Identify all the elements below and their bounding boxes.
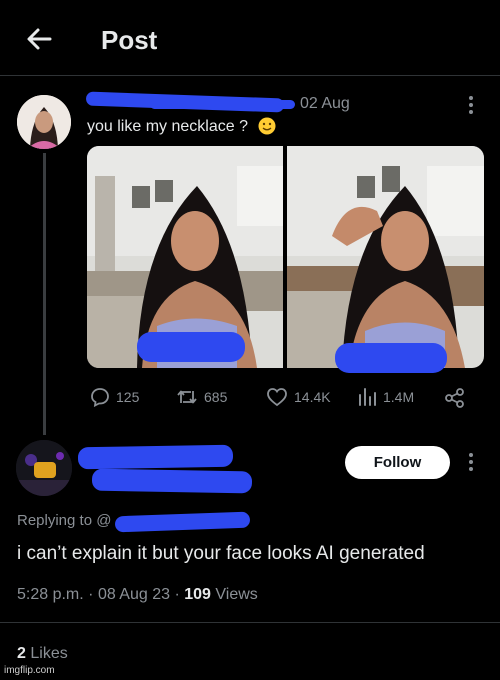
views-count: 1.4M (383, 389, 415, 405)
reply-likes-label: Likes (30, 645, 68, 662)
redacted-reply-username (77, 444, 234, 470)
separator-dot: · (88, 586, 94, 603)
reply-views-count: 109 (184, 586, 211, 603)
repost-action[interactable]: 685 (176, 386, 227, 408)
reply-date: 08 Aug 23 (97, 586, 171, 603)
header-bar: Post (0, 0, 500, 76)
more-options-icon[interactable] (466, 451, 476, 473)
like-count: 14.4K (294, 389, 331, 405)
share-icon[interactable] (444, 387, 466, 409)
page-title: Post (101, 25, 158, 55)
reply-likes[interactable]: 2 Likes (17, 645, 68, 663)
like-action[interactable]: 14.4K (266, 386, 331, 408)
more-options-icon[interactable] (466, 94, 476, 116)
replying-to-label: Replying to @ (17, 512, 112, 529)
redacted-replying-handle (114, 511, 251, 533)
post-text: you like my necklace ? (87, 118, 248, 135)
post-date: 02 Aug (300, 95, 350, 112)
thread-line (43, 153, 46, 435)
reply-time: 5:28 p.m. (17, 586, 84, 603)
repost-icon (177, 390, 197, 404)
redacted-handle (150, 100, 295, 109)
follow-button[interactable]: Follow (345, 446, 450, 479)
smiling-emoji-icon (258, 117, 276, 135)
reply-avatar[interactable] (16, 440, 72, 496)
repost-count: 685 (204, 389, 228, 405)
redaction-photo-1 (137, 332, 245, 362)
redacted-reply-handle (91, 468, 253, 494)
reply-views-label: Views (215, 586, 258, 603)
heart-icon (267, 388, 287, 407)
redaction-photo-2 (335, 343, 447, 373)
reply-likes-count: 2 (17, 645, 26, 662)
avatar[interactable] (17, 95, 71, 149)
reply-bubble-icon (91, 388, 109, 407)
reply-action[interactable]: 125 (90, 386, 139, 408)
reply-text: i can’t explain it but your face looks A… (17, 543, 425, 564)
watermark: imgflip.com (4, 665, 55, 676)
views-action[interactable]: 1.4M (357, 386, 414, 408)
divider (0, 622, 500, 623)
separator-dot: · (174, 586, 180, 603)
reply-metadata: 5:28 p.m. · 08 Aug 23 · 109 Views (17, 586, 258, 604)
views-chart-icon (359, 388, 376, 406)
reply-count: 125 (116, 389, 140, 405)
back-arrow-icon[interactable] (24, 24, 54, 54)
post-photo-2[interactable] (287, 146, 484, 368)
